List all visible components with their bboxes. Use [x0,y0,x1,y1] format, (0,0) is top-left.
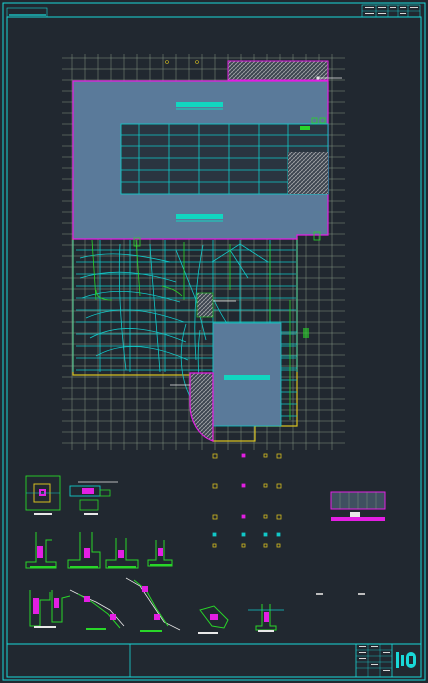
section-detail-right [330,491,386,521]
column-marker [263,514,268,519]
stair-section-4 [198,605,229,634]
wall-section-a [25,532,57,569]
stair-section-1 [29,590,71,628]
column-marker [276,483,282,489]
column-marker [212,453,218,459]
wall-section-c [105,538,139,569]
column-marker [263,543,268,548]
stair-section-details [29,577,365,634]
column-marker [263,453,268,458]
hatched-stair-right [288,152,328,194]
column-marker [241,532,246,537]
slab-label-bottom [176,214,223,219]
column-marker [276,453,282,459]
hatched-stair-curved [189,372,214,442]
title-block [6,643,422,678]
column-detail-1 [25,475,61,515]
beam-joint-detail [69,481,118,515]
small-notes [316,593,365,595]
stair-section-2 [69,589,125,630]
wall-section-d [147,540,173,567]
column-marker [212,543,217,548]
lower-slab-label [224,375,270,380]
slab-label-top [176,102,223,107]
column-marker [263,483,268,488]
column-marker [241,453,246,458]
wall-section-details [25,532,173,569]
column-marker [241,483,246,488]
upper-inner-bay [120,123,329,195]
column-marker [263,532,268,537]
wall-section-b [67,532,101,569]
top-right-stamp [361,4,421,18]
stair-section-3 [125,577,181,632]
hatched-strip [196,292,214,318]
column-marker [276,543,281,548]
stair-section-5 [248,604,284,632]
cad-drawing-sheet [2,2,426,681]
column-marker [276,532,281,537]
logo-icon [396,652,416,668]
column-marker [276,514,282,520]
lower-slab-region [212,322,282,427]
structural-floor-plan [62,54,345,450]
column-marker [212,532,217,537]
column-marker [241,543,246,548]
column-marker-schedule [212,453,282,548]
column-marker [241,514,246,519]
column-marker [212,483,218,489]
hatched-stair-top [227,60,329,81]
column-marker [212,514,218,520]
